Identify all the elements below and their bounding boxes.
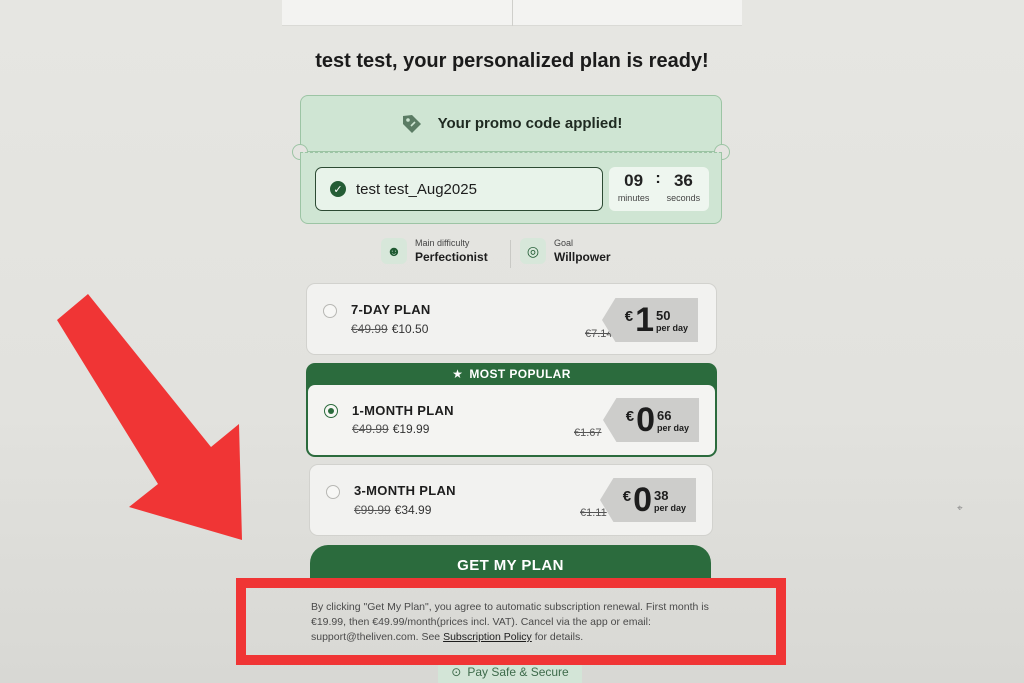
- head-brain-icon: ☻: [381, 238, 407, 264]
- difficulty-label: Main difficulty: [415, 238, 470, 248]
- pay-safe-label: Pay Safe & Secure: [467, 664, 569, 679]
- most-popular-label: MOST POPULAR: [469, 367, 571, 381]
- plan-prices: €99.99 €34.99: [354, 503, 431, 517]
- shield-check-icon: ⊙: [451, 664, 462, 679]
- get-my-plan-button[interactable]: GET MY PLAN: [310, 545, 711, 585]
- price-per-day: per day: [653, 502, 686, 513]
- plan-option-1-month[interactable]: ★ MOST POPULAR 1-MONTH PLAN €49.99 €19.99…: [306, 363, 717, 457]
- timer-minutes-label: minutes: [617, 193, 650, 203]
- price-cents: 50: [655, 307, 671, 323]
- timer-minutes: 09: [624, 171, 644, 190]
- goal-block: ◎ Goal Willpower: [520, 238, 611, 264]
- goal-label: Goal: [554, 238, 574, 248]
- tag-icon: [402, 114, 421, 133]
- plan-old-price: €99.99: [354, 503, 391, 517]
- meta-divider: [510, 240, 511, 268]
- timer-separator: :: [655, 170, 661, 187]
- top-strip: [282, 0, 742, 26]
- price-currency: €: [625, 407, 635, 425]
- price-cents: 66: [656, 407, 672, 423]
- plan-name: 1-MONTH PLAN: [352, 403, 454, 418]
- price-integer: 0: [636, 401, 655, 439]
- plan-old-per-day: €1.67: [574, 427, 602, 439]
- plan-price: €10.50: [391, 322, 429, 336]
- price-per-day: per day: [656, 422, 689, 433]
- goal-value: Willpower: [554, 250, 611, 264]
- plan-price: €19.99: [392, 422, 430, 436]
- per-day-price-tag: € 0 38 per day: [600, 478, 696, 522]
- promo-code-value: test test_Aug2025: [356, 180, 477, 198]
- page-title: test test, your personalized plan is rea…: [315, 50, 709, 72]
- difficulty-block: ☻ Main difficulty Perfectionist: [381, 238, 488, 264]
- subscription-policy-link[interactable]: Subscription Policy: [443, 631, 532, 643]
- plan-prices: €49.99 €10.50: [351, 322, 428, 336]
- top-strip-divider: [512, 0, 513, 26]
- plan-name: 3-MONTH PLAN: [354, 483, 456, 498]
- promo-code-panel: ✓ test test_Aug2025 09 minutes : 36 seco…: [300, 152, 722, 224]
- most-popular-badge: ★ MOST POPULAR: [306, 363, 717, 385]
- difficulty-value: Perfectionist: [415, 250, 488, 264]
- pay-safe-badge: ⊙ Pay Safe & Secure: [438, 660, 582, 683]
- promo-banner: Your promo code applied!: [300, 95, 722, 152]
- promo-code-field[interactable]: ✓ test test_Aug2025: [315, 167, 603, 211]
- plan-radio[interactable]: [323, 304, 337, 318]
- plan-option-7-day[interactable]: 7-DAY PLAN €49.99 €10.50 €7.14 € 1 50 per …: [306, 283, 717, 355]
- timer-seconds: 36: [673, 171, 693, 190]
- promo-title: Your promo code applied!: [437, 115, 623, 132]
- price-cents: 38: [653, 487, 669, 503]
- legal-disclaimer: By clicking "Get My Plan", you agree to …: [311, 600, 721, 645]
- target-icon: ◎: [520, 238, 546, 264]
- timer-seconds-label: seconds: [666, 193, 701, 203]
- per-day-price-tag: € 1 50 per day: [602, 298, 698, 342]
- plan-radio-selected[interactable]: [324, 404, 338, 418]
- price-integer: 0: [633, 481, 652, 519]
- plan-prices: €49.99 €19.99: [352, 422, 429, 436]
- plan-card-body: 1-MONTH PLAN €49.99 €19.99 €1.67 € 0 66 pe…: [308, 385, 715, 455]
- plan-price: €34.99: [394, 503, 432, 517]
- plan-name: 7-DAY PLAN: [351, 302, 431, 317]
- price-integer: 1: [635, 301, 654, 339]
- price-per-day: per day: [655, 322, 688, 333]
- price-currency: €: [624, 307, 634, 325]
- per-day-price-tag: € 0 66 per day: [603, 398, 699, 442]
- plan-old-price: €49.99: [352, 422, 389, 436]
- plan-old-per-day: €1.11: [580, 507, 607, 519]
- legal-suffix: for details.: [534, 631, 584, 643]
- mouse-cursor-icon: ⌖: [957, 503, 963, 514]
- countdown-timer: 09 minutes : 36 seconds: [609, 167, 709, 211]
- plan-option-3-month[interactable]: 3-MONTH PLAN €99.99 €34.99 €1.11 € 0 38 pe…: [309, 464, 713, 536]
- check-icon: ✓: [330, 181, 346, 197]
- plan-old-price: €49.99: [351, 322, 388, 336]
- star-icon: ★: [452, 367, 464, 381]
- plan-radio[interactable]: [326, 485, 340, 499]
- price-currency: €: [622, 487, 632, 505]
